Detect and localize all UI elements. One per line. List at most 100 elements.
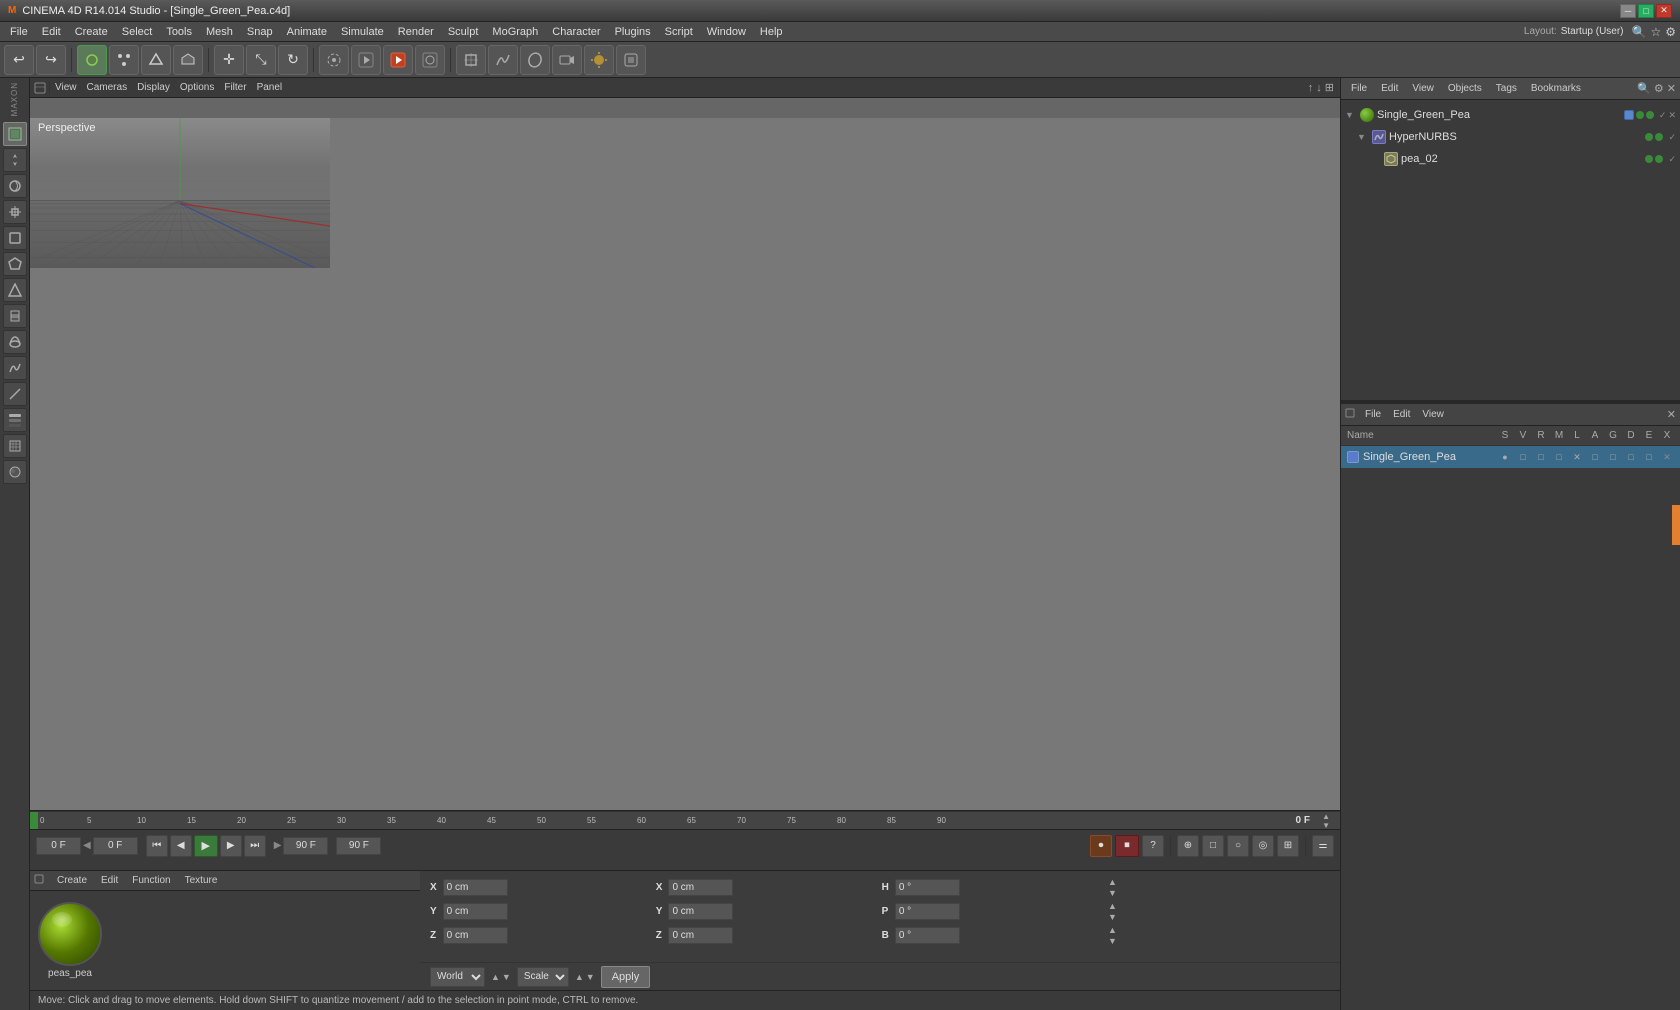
live-selection-button[interactable] <box>319 45 349 75</box>
menu-select[interactable]: Select <box>116 24 159 40</box>
menu-render[interactable]: Render <box>392 24 440 40</box>
close-button[interactable]: ✕ <box>1656 4 1672 18</box>
menu-create[interactable]: Create <box>69 24 114 40</box>
tree-item-root[interactable]: ▼ Single_Green_Pea ✓ ✕ <box>1341 104 1680 126</box>
help-button[interactable]: ? <box>1142 835 1164 857</box>
edge-mode-button[interactable] <box>141 45 171 75</box>
light-button[interactable] <box>584 45 614 75</box>
apply-button[interactable]: Apply <box>601 966 651 988</box>
om-objects-button[interactable]: Objects <box>1442 81 1488 96</box>
viewport-icon-3[interactable]: ⊞ <box>1325 81 1334 94</box>
menu-window[interactable]: Window <box>701 24 752 40</box>
mm-close-icon[interactable]: ✕ <box>1667 408 1676 421</box>
x-size-input[interactable]: 0 cm <box>668 879 733 896</box>
timeline-mode[interactable]: ⚌ <box>1312 835 1334 857</box>
tool-texture[interactable] <box>3 434 27 458</box>
b-arrow[interactable]: ▲▼ <box>1108 925 1117 946</box>
viewport-filter-menu[interactable]: Filter <box>219 81 251 94</box>
menu-character[interactable]: Character <box>546 24 606 40</box>
tool-polygon[interactable] <box>3 252 27 276</box>
z-pos-input[interactable]: 0 cm <box>443 927 508 944</box>
fps-input[interactable] <box>336 837 381 855</box>
material-item[interactable]: peas_pea <box>38 902 102 979</box>
scale-select[interactable]: Scale Size <box>517 967 569 987</box>
start-frame-input[interactable] <box>36 837 81 855</box>
tool-move[interactable] <box>3 148 27 172</box>
go-start-button[interactable]: ⏮ <box>146 835 168 857</box>
keyframe-add[interactable]: ⊕ <box>1177 835 1199 857</box>
viewport-cameras-menu[interactable]: Cameras <box>82 81 133 94</box>
h-input[interactable]: 0 ° <box>895 879 960 896</box>
minimize-button[interactable]: ─ <box>1620 4 1636 18</box>
tool-paint[interactable] <box>3 408 27 432</box>
x-pos-input[interactable]: 0 cm <box>443 879 508 896</box>
scale-arrow-down[interactable]: ▼ <box>586 972 595 982</box>
keyframe-remove[interactable]: □ <box>1202 835 1224 857</box>
viewport-display-menu[interactable]: Display <box>132 81 175 94</box>
om-tags-button[interactable]: Tags <box>1490 81 1523 96</box>
menu-simulate[interactable]: Simulate <box>335 24 390 40</box>
deformer-button[interactable] <box>520 45 550 75</box>
polygon-mode-button[interactable] <box>173 45 203 75</box>
om-view-button[interactable]: View <box>1406 81 1440 96</box>
tool-scale[interactable] <box>3 200 27 224</box>
camera-button[interactable] <box>552 45 582 75</box>
tree-item-nurbs[interactable]: ▼ HyperNURBS ✓ <box>1341 126 1680 148</box>
menu-mesh[interactable]: Mesh <box>200 24 239 40</box>
om-bookmarks-button[interactable]: Bookmarks <box>1525 81 1587 96</box>
menu-file[interactable]: File <box>4 24 34 40</box>
rotate-tool-button[interactable]: ↻ <box>278 45 308 75</box>
null-object-button[interactable] <box>456 45 486 75</box>
tool-box[interactable] <box>3 226 27 250</box>
mat-texture-button[interactable]: Texture <box>180 874 223 887</box>
y-pos-input[interactable]: 0 cm <box>443 903 508 920</box>
layout-gear[interactable]: ⚙ <box>1665 25 1676 39</box>
viewport-icon-1[interactable]: ↑ <box>1308 82 1314 94</box>
menu-plugins[interactable]: Plugins <box>609 24 657 40</box>
render-view-button[interactable] <box>351 45 381 75</box>
mm-file-button[interactable]: File <box>1360 408 1386 421</box>
menu-script[interactable]: Script <box>659 24 699 40</box>
menu-snap[interactable]: Snap <box>241 24 279 40</box>
model-mode-button[interactable] <box>77 45 107 75</box>
tree-item-pea[interactable]: pea_02 ✓ <box>1341 148 1680 170</box>
render-settings-button[interactable] <box>415 45 445 75</box>
mat-edit-button[interactable]: Edit <box>96 874 123 887</box>
viewport-view-menu[interactable]: View <box>50 81 82 94</box>
layout-star[interactable]: ☆ <box>1650 25 1661 39</box>
menu-help[interactable]: Help <box>754 24 789 40</box>
om-close-icon[interactable]: ✕ <box>1667 82 1676 95</box>
current-frame-input[interactable] <box>93 837 138 855</box>
prev-frame-button[interactable]: ◀ <box>170 835 192 857</box>
tool-spline2[interactable] <box>3 356 27 380</box>
world-select[interactable]: World Object <box>430 967 485 987</box>
viewport-container[interactable]: Perspective <box>30 98 1340 810</box>
h-arrow-up[interactable]: ▲▼ <box>1108 877 1117 898</box>
timeline-ruler[interactable]: 0 5 10 15 20 25 30 35 40 45 50 55 60 65 … <box>30 811 1340 829</box>
p-input[interactable]: 0 ° <box>895 903 960 920</box>
viewport-icon-2[interactable]: ↓ <box>1316 82 1322 94</box>
scale-tool-button[interactable]: ⤡ <box>246 45 276 75</box>
viewport-options-menu[interactable]: Options <box>175 81 219 94</box>
redo-button[interactable]: ↪ <box>36 45 66 75</box>
render-button[interactable] <box>383 45 413 75</box>
tool-nurbs[interactable] <box>3 330 27 354</box>
menu-tools[interactable]: Tools <box>160 24 198 40</box>
keyframe-1[interactable]: ◎ <box>1252 835 1274 857</box>
menu-animate[interactable]: Animate <box>281 24 333 40</box>
menu-mograph[interactable]: MoGraph <box>486 24 544 40</box>
coord-arrow-up[interactable]: ▲ <box>491 972 500 982</box>
p-arrow[interactable]: ▲▼ <box>1108 901 1117 922</box>
undo-button[interactable]: ↩ <box>4 45 34 75</box>
tool-line[interactable] <box>3 382 27 406</box>
om-edit-button[interactable]: Edit <box>1375 81 1404 96</box>
mm-edit-button[interactable]: Edit <box>1388 408 1415 421</box>
material-row-1[interactable]: Single_Green_Pea ● □ □ □ ✕ □ □ □ □ ✕ <box>1341 446 1680 468</box>
record-button[interactable]: ⏺ <box>1090 835 1112 857</box>
tool-triangle[interactable] <box>3 278 27 302</box>
z-size-input[interactable]: 0 cm <box>668 927 733 944</box>
frame-scroll-arrows[interactable]: ▲ ▼ <box>1322 812 1330 830</box>
tool-extrude[interactable] <box>3 304 27 328</box>
keyframe-2[interactable]: ⊞ <box>1277 835 1299 857</box>
go-end-button[interactable]: ⏭ <box>244 835 266 857</box>
